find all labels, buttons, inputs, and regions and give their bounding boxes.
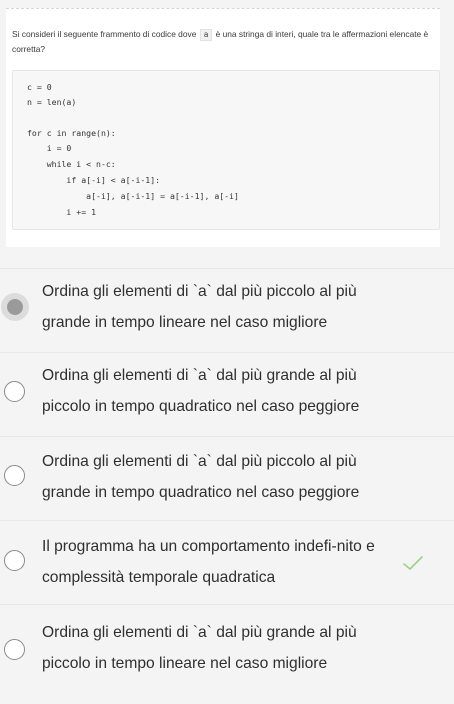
option-2[interactable]: Ordina gli elementi di `a` dal più grand… <box>0 352 454 437</box>
option-3[interactable]: Ordina gli elementi di `a` dal più picco… <box>0 436 454 521</box>
code-block: c = 0 n = len(a) for c in range(n): i = … <box>12 70 440 230</box>
option-label: Ordina gli elementi di `a` dal più picco… <box>42 453 360 501</box>
code-line: while i < n-c: <box>27 159 116 169</box>
option-label: Ordina gli elementi di `a` dal più picco… <box>42 283 357 331</box>
option-4[interactable]: Il programma ha un comportamento indefi-… <box>0 520 454 605</box>
code-line: if a[-i] < a[-i-1]: <box>27 175 161 185</box>
code-line: a[-i], a[-i-1] = a[-i-1], a[-i] <box>27 191 239 201</box>
question-card: Si consideri il seguente frammento di co… <box>6 8 440 247</box>
radio-button[interactable] <box>4 550 25 571</box>
code-line: for c in range(n): <box>27 128 116 138</box>
code-line: i += 1 <box>27 207 97 217</box>
radio-button[interactable] <box>4 465 25 486</box>
question-text: Si consideri il seguente frammento di co… <box>12 27 432 57</box>
radio-button[interactable] <box>4 639 25 660</box>
check-icon <box>403 556 423 570</box>
option-1[interactable]: Ordina gli elementi di `a` dal più picco… <box>0 268 454 353</box>
option-5[interactable]: Ordina gli elementi di `a` dal più grand… <box>0 604 454 689</box>
code-line: i = 0 <box>27 143 72 153</box>
code-line: c = 0 <box>27 82 52 92</box>
option-label: Ordina gli elementi di `a` dal più grand… <box>42 367 360 415</box>
option-label: Il programma ha un comportamento indefi-… <box>42 538 375 586</box>
inline-code-var: a <box>199 29 213 41</box>
radio-button-selected[interactable] <box>1 293 29 321</box>
radio-button[interactable] <box>4 381 25 402</box>
question-text-before: Si consideri il seguente frammento di co… <box>12 29 197 39</box>
option-label: Ordina gli elementi di `a` dal più grand… <box>42 624 357 672</box>
code-line: n = len(a) <box>27 97 77 107</box>
